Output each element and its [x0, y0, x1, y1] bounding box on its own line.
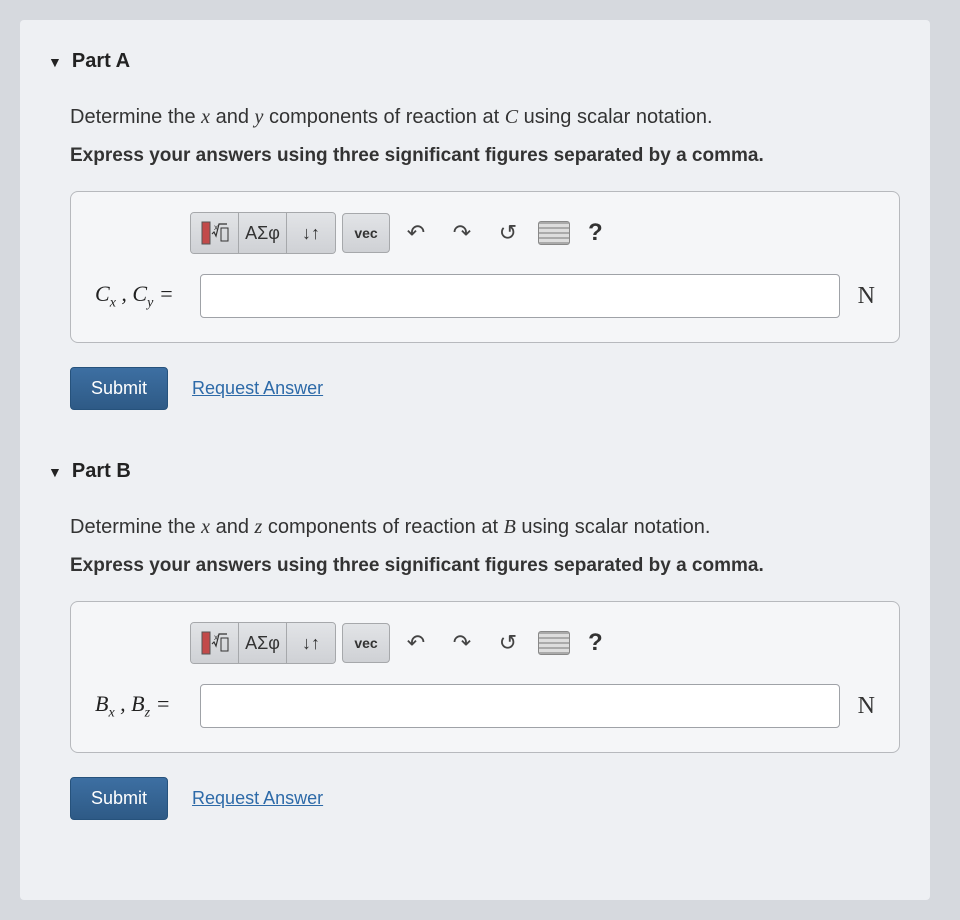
- caret-down-icon: ▼: [48, 54, 62, 70]
- part-a-answer-box: x ΑΣφ ↓↑ vec ↶ ↷ ↺ ? Cx , Cy = N: [70, 191, 900, 343]
- subscript-superscript-button[interactable]: ↓↑: [287, 623, 335, 663]
- part-b-answer-input[interactable]: [200, 684, 840, 728]
- part-a-instructions: Express your answers using three signifi…: [70, 145, 900, 167]
- part-b-header[interactable]: ▼ Part B: [48, 460, 900, 483]
- part-a-title: Part A: [72, 50, 130, 73]
- part-a-variable-label: Cx , Cy =: [95, 281, 190, 311]
- part-b-variable-label: Bx , Bz =: [95, 691, 190, 721]
- part-a-unit: N: [858, 283, 875, 310]
- part-b-title: Part B: [72, 460, 131, 483]
- keyboard-icon[interactable]: [534, 623, 574, 663]
- undo-icon[interactable]: ↶: [396, 213, 436, 253]
- greek-button[interactable]: ΑΣφ: [239, 623, 287, 663]
- help-button[interactable]: ?: [580, 219, 611, 247]
- part-a-header[interactable]: ▼ Part A: [48, 50, 900, 73]
- vec-button[interactable]: vec: [342, 623, 390, 663]
- part-b-submit-button[interactable]: Submit: [70, 777, 168, 820]
- part-b-unit: N: [858, 693, 875, 720]
- part-a-prompt: Determine the x and y components of reac…: [70, 103, 900, 131]
- part-b-prompt: Determine the x and z components of reac…: [70, 513, 900, 541]
- help-button[interactable]: ?: [580, 629, 611, 657]
- part-a-request-answer-link[interactable]: Request Answer: [192, 378, 323, 399]
- undo-icon[interactable]: ↶: [396, 623, 436, 663]
- subscript-superscript-button[interactable]: ↓↑: [287, 213, 335, 253]
- reset-icon[interactable]: ↺: [488, 623, 528, 663]
- greek-button[interactable]: ΑΣφ: [239, 213, 287, 253]
- part-b-instructions: Express your answers using three signifi…: [70, 555, 900, 577]
- part-b-answer-box: x ΑΣφ ↓↑ vec ↶ ↷ ↺ ? Bx , Bz = N: [70, 601, 900, 753]
- vec-button[interactable]: vec: [342, 213, 390, 253]
- toolbar: x ΑΣφ ↓↑ vec ↶ ↷ ↺ ?: [190, 622, 875, 664]
- templates-button[interactable]: x: [191, 213, 239, 253]
- caret-down-icon: ▼: [48, 464, 62, 480]
- part-a-submit-button[interactable]: Submit: [70, 367, 168, 410]
- redo-icon[interactable]: ↷: [442, 213, 482, 253]
- part-a-answer-input[interactable]: [200, 274, 840, 318]
- keyboard-icon[interactable]: [534, 213, 574, 253]
- redo-icon[interactable]: ↷: [442, 623, 482, 663]
- templates-button[interactable]: x: [191, 623, 239, 663]
- toolbar: x ΑΣφ ↓↑ vec ↶ ↷ ↺ ?: [190, 212, 875, 254]
- reset-icon[interactable]: ↺: [488, 213, 528, 253]
- part-b-request-answer-link[interactable]: Request Answer: [192, 788, 323, 809]
